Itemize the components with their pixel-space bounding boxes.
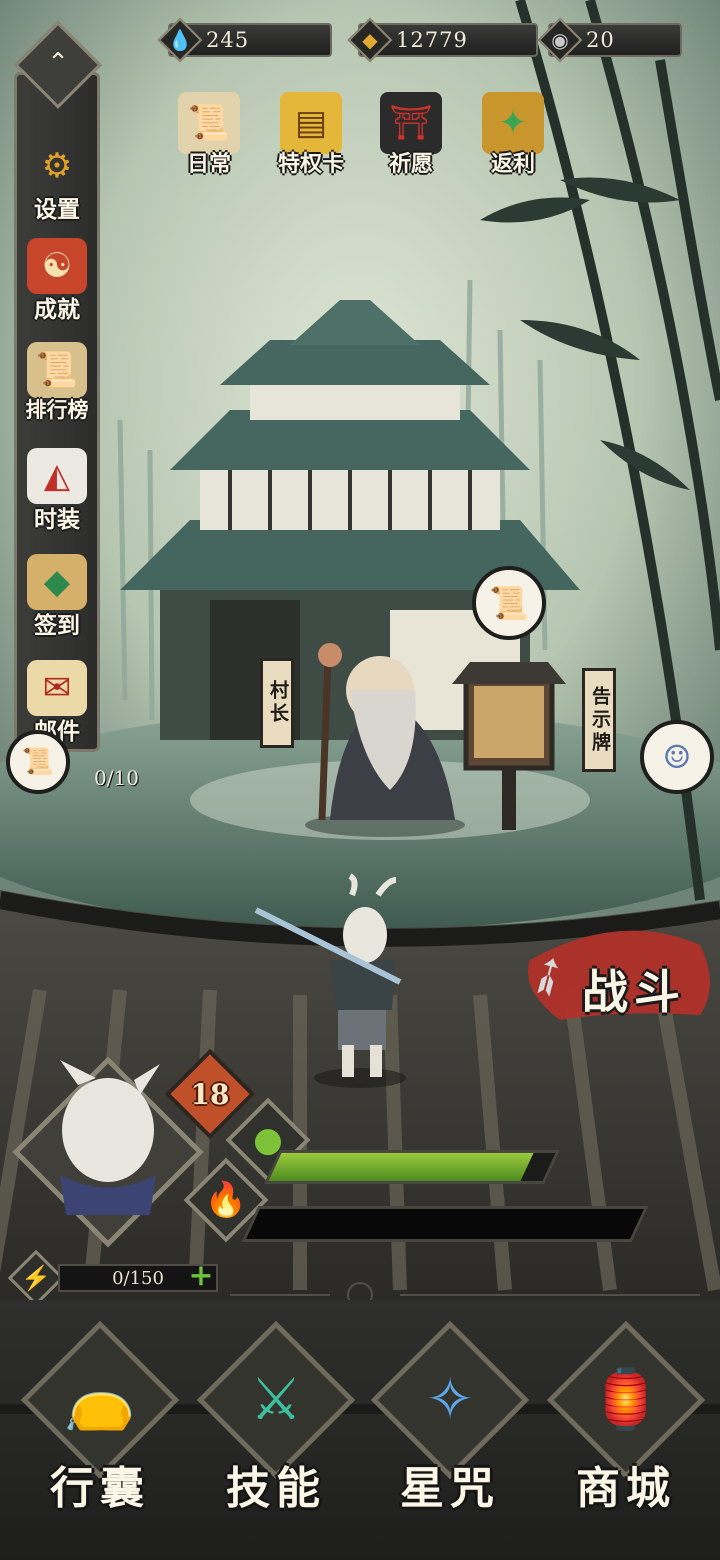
side-menu-achievement[interactable]: ☯ 成就 [12, 238, 102, 338]
nav-label: 行囊 [50, 1463, 150, 1514]
activity-label: 祈愿 [388, 151, 433, 177]
orb-currency[interactable]: ◉ 20 [537, 17, 682, 63]
mail-icon: ✉ [27, 660, 87, 716]
scroll-icon: 📜 [178, 92, 240, 154]
activity-wish[interactable]: ⛩ 祈愿 [368, 92, 454, 188]
ranking-scroll-icon: 📜 [27, 342, 87, 398]
nav-star-spell[interactable]: ✧ 星咒 [370, 1320, 530, 1534]
privilege-card-icon: ▤ [280, 92, 342, 154]
village-chief-sign[interactable]: 村长 [260, 658, 294, 748]
fox-mask-icon: ◭ [27, 448, 87, 504]
side-menu-label: 签到 [34, 612, 80, 639]
flame-icon: 🔥 [204, 1180, 248, 1220]
energy-amount: 0/150 [112, 1267, 164, 1289]
activity-privilege-card[interactable]: ▤ 特权卡 [268, 92, 354, 188]
coin-currency[interactable]: ◆ 12779 [347, 17, 538, 63]
mail-bubble[interactable]: 📜 [6, 730, 70, 794]
hp-bar [264, 1150, 560, 1184]
side-menu-label: 时装 [34, 506, 80, 533]
battle-button[interactable]: ➶ 战斗 [514, 928, 720, 1038]
jade-currency[interactable]: 💧 245 [157, 17, 332, 63]
signin-icon: ◆ [27, 554, 87, 610]
quest-scroll-bubble[interactable]: 📜 [472, 566, 546, 640]
shop-icon: 🏮 [589, 1364, 663, 1433]
gold-coin-icon: ◆ [362, 28, 378, 52]
hp-bar-fill [268, 1153, 534, 1181]
star-map-icon: ✧ [425, 1365, 475, 1433]
activity-label: 返利 [490, 151, 535, 177]
achievement-icon: ☯ [27, 238, 87, 294]
scroll-icon: 📜 [489, 584, 529, 622]
notice-board-sign[interactable]: 告示牌 [582, 668, 616, 772]
nav-label: 技能 [226, 1463, 326, 1514]
pet-chat-bubble[interactable]: ☺ [640, 720, 714, 794]
nav-shop[interactable]: 🏮 商城 [546, 1320, 706, 1534]
battle-label: 战斗 [582, 965, 686, 1019]
mail-progress-counter: 0/10 [94, 766, 139, 790]
torii-gate-icon: ⛩ [380, 92, 442, 154]
bag-icon: 👝 [63, 1364, 137, 1433]
nav-bag[interactable]: 👝 行囊 [20, 1320, 180, 1534]
nav-label: 星咒 [400, 1463, 500, 1514]
side-menu-label: 排行榜 [25, 397, 89, 422]
skill-blade-icon: ⚔ [250, 1365, 302, 1433]
side-menu-label: 成就 [34, 296, 80, 323]
activity-daily[interactable]: 📜 日常 [166, 92, 252, 188]
treasure-chest-icon: ✦ [482, 92, 544, 154]
side-menu-ranking[interactable]: 📜 排行榜 [12, 342, 102, 442]
activity-label: 特权卡 [277, 151, 344, 177]
chevron-up-icon: ⌃ [47, 48, 69, 78]
player-level: 18 [190, 1078, 230, 1111]
side-menu-costume[interactable]: ◭ 时装 [12, 448, 102, 548]
activity-rebate[interactable]: ✦ 返利 [470, 92, 556, 188]
gear-icon: ⚙ [41, 146, 73, 186]
cat-face-icon: ☺ [662, 738, 692, 776]
jade-drop-icon: 💧 [167, 28, 193, 52]
activity-label: 日常 [186, 151, 231, 177]
silver-orb-icon: ◉ [551, 28, 569, 52]
nav-skill[interactable]: ⚔ 技能 [196, 1320, 356, 1534]
side-menu-signin[interactable]: ◆ 签到 [12, 554, 102, 654]
nav-label: 商城 [576, 1463, 676, 1514]
lightning-icon: ⚡ [21, 1264, 51, 1292]
kunai-icon: ➶ [513, 939, 582, 1013]
scroll-icon: 📜 [21, 747, 55, 777]
rage-bar [241, 1206, 649, 1242]
add-energy-button[interactable]: + [186, 1261, 216, 1292]
side-menu-label: 设置 [34, 196, 80, 223]
side-menu-settings[interactable]: ⚙ 设置 [12, 138, 102, 238]
